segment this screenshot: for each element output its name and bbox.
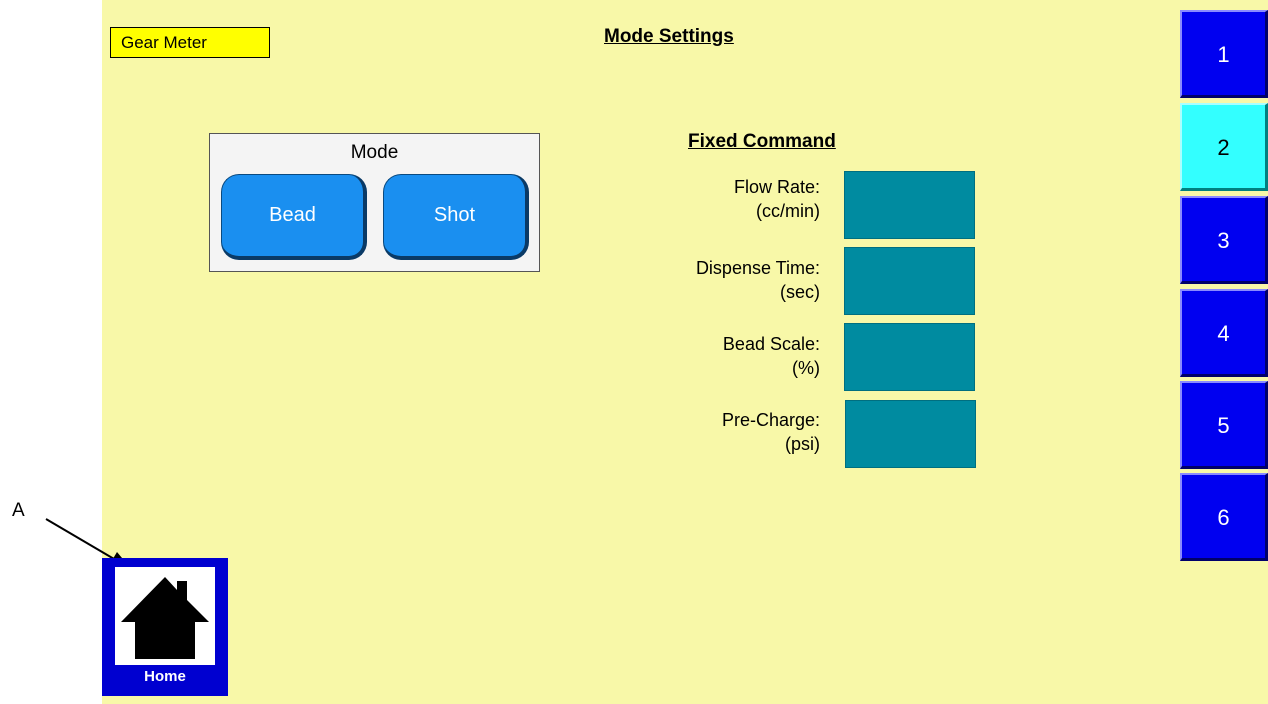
screen-5-button[interactable]: 5 <box>1180 381 1268 469</box>
flow-rate-label: Flow Rate: (cc/min) <box>734 175 820 223</box>
dispense-time-label-text: Dispense Time: <box>695 258 820 278</box>
pre-charge-label: Pre-Charge: (psi) <box>722 408 820 456</box>
bead-scale-unit: (%) <box>792 358 820 378</box>
mode-title: Mode <box>350 142 399 163</box>
flow-rate-field[interactable] <box>844 171 975 239</box>
screen-1-button[interactable]: 1 <box>1180 10 1268 98</box>
bead-scale-label-text: Bead Scale: <box>722 334 820 354</box>
bead-mode-button[interactable]: Bead <box>221 174 367 260</box>
flow-rate-unit: (cc/min) <box>756 201 820 221</box>
home-button[interactable]: Home <box>102 558 228 696</box>
dispense-time-field[interactable] <box>844 247 975 315</box>
dispense-time-label: Dispense Time: (sec) <box>696 256 820 304</box>
screen-3-button[interactable]: 3 <box>1180 196 1268 284</box>
mode-panel: Mode Bead Shot <box>209 133 540 272</box>
house-icon <box>121 577 209 659</box>
home-icon-area <box>115 567 215 665</box>
bead-scale-field[interactable] <box>844 323 975 391</box>
pre-charge-label-text: Pre-Charge: <box>721 410 820 430</box>
shot-mode-button[interactable]: Shot <box>383 174 529 260</box>
dispense-time-unit: (sec) <box>780 282 820 302</box>
pre-charge-field[interactable] <box>845 400 976 468</box>
device-type-label: Gear Meter <box>110 27 270 58</box>
page-title: Mode Settings <box>604 26 734 47</box>
home-label: Home <box>144 668 186 685</box>
flow-rate-label-text: Flow Rate: <box>733 177 820 197</box>
fixed-command-title: Fixed Command <box>688 131 836 152</box>
screen-background <box>102 0 1268 704</box>
callout-label: A <box>12 500 25 521</box>
screen-2-button[interactable]: 2 <box>1180 103 1268 191</box>
bead-scale-label: Bead Scale: (%) <box>723 332 820 380</box>
screen-4-button[interactable]: 4 <box>1180 289 1268 377</box>
screen-6-button[interactable]: 6 <box>1180 473 1268 561</box>
pre-charge-unit: (psi) <box>785 434 820 454</box>
